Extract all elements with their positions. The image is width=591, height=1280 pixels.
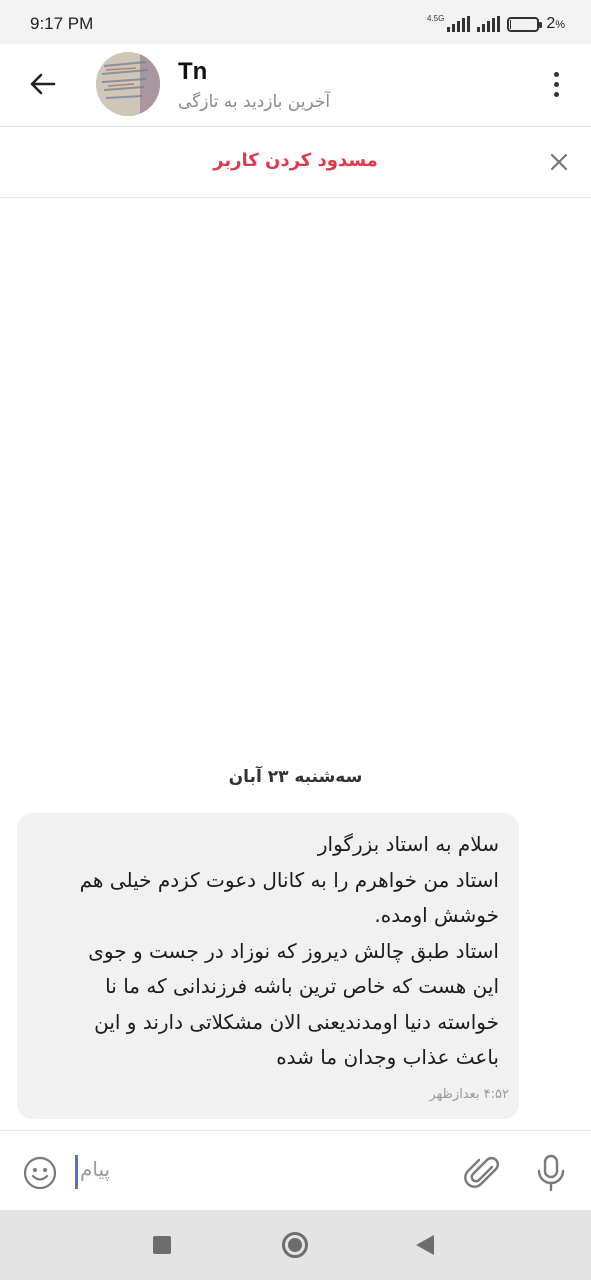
- block-user-button[interactable]: مسدود کردن کاربر: [0, 150, 591, 171]
- paperclip-icon[interactable]: [464, 1153, 502, 1193]
- system-navigation-bar: [0, 1210, 591, 1280]
- battery-percent-sign: %: [555, 19, 565, 31]
- more-vertical-dot: [553, 91, 559, 97]
- chat-messages-area[interactable]: سه‌شنبه ۲۳ آبان سلام به استاد بزرگوار اس…: [0, 199, 591, 1130]
- chat-header: Tn آخرین بازدید به تازگی: [0, 44, 591, 127]
- arrow-left-icon: [30, 73, 56, 95]
- more-options-button[interactable]: [541, 66, 571, 102]
- microphone-icon[interactable]: [534, 1153, 568, 1193]
- home-button[interactable]: [282, 1232, 308, 1258]
- contact-name[interactable]: Tn: [178, 58, 207, 86]
- system-back-button[interactable]: [416, 1235, 434, 1255]
- battery-icon: [507, 16, 543, 32]
- last-seen-status: آخرین بازدید به تازگی: [178, 92, 331, 112]
- battery-percent-value: 2: [546, 15, 556, 32]
- status-time: 9:17 PM: [30, 14, 94, 33]
- more-vertical-dot: [553, 81, 559, 87]
- avatar[interactable]: [96, 52, 160, 116]
- message-text: سلام به استاد بزرگوار استاد من خواهرم را…: [79, 832, 499, 1069]
- close-icon[interactable]: [545, 148, 573, 176]
- status-bar: 9:17 PM 4.5G 2%: [0, 0, 591, 44]
- message-bubble[interactable]: سلام به استاد بزرگوار استاد من خواهرم را…: [17, 813, 519, 1119]
- recent-apps-button[interactable]: [153, 1236, 171, 1254]
- signal-strength-icon: [447, 16, 471, 32]
- more-vertical-icon: [553, 71, 559, 77]
- message-input[interactable]: [74, 1151, 434, 1191]
- back-button[interactable]: [22, 64, 62, 104]
- battery-percentage: 2%: [546, 15, 565, 33]
- block-user-bar: مسدود کردن کاربر: [0, 128, 591, 198]
- battery-level-fill: [510, 19, 512, 29]
- status-indicators: 4.5G 2%: [427, 14, 565, 34]
- emoji-icon[interactable]: [22, 1155, 58, 1191]
- date-separator: سه‌شنبه ۲۳ آبان: [228, 767, 363, 787]
- network-type-label: 4.5G: [426, 13, 445, 23]
- avatar-image: [96, 52, 160, 116]
- message-composer: پیام: [0, 1130, 591, 1210]
- signal-strength-icon-2: [477, 16, 501, 32]
- message-time: ۴:۵۲ بعدازظهر: [429, 1087, 509, 1102]
